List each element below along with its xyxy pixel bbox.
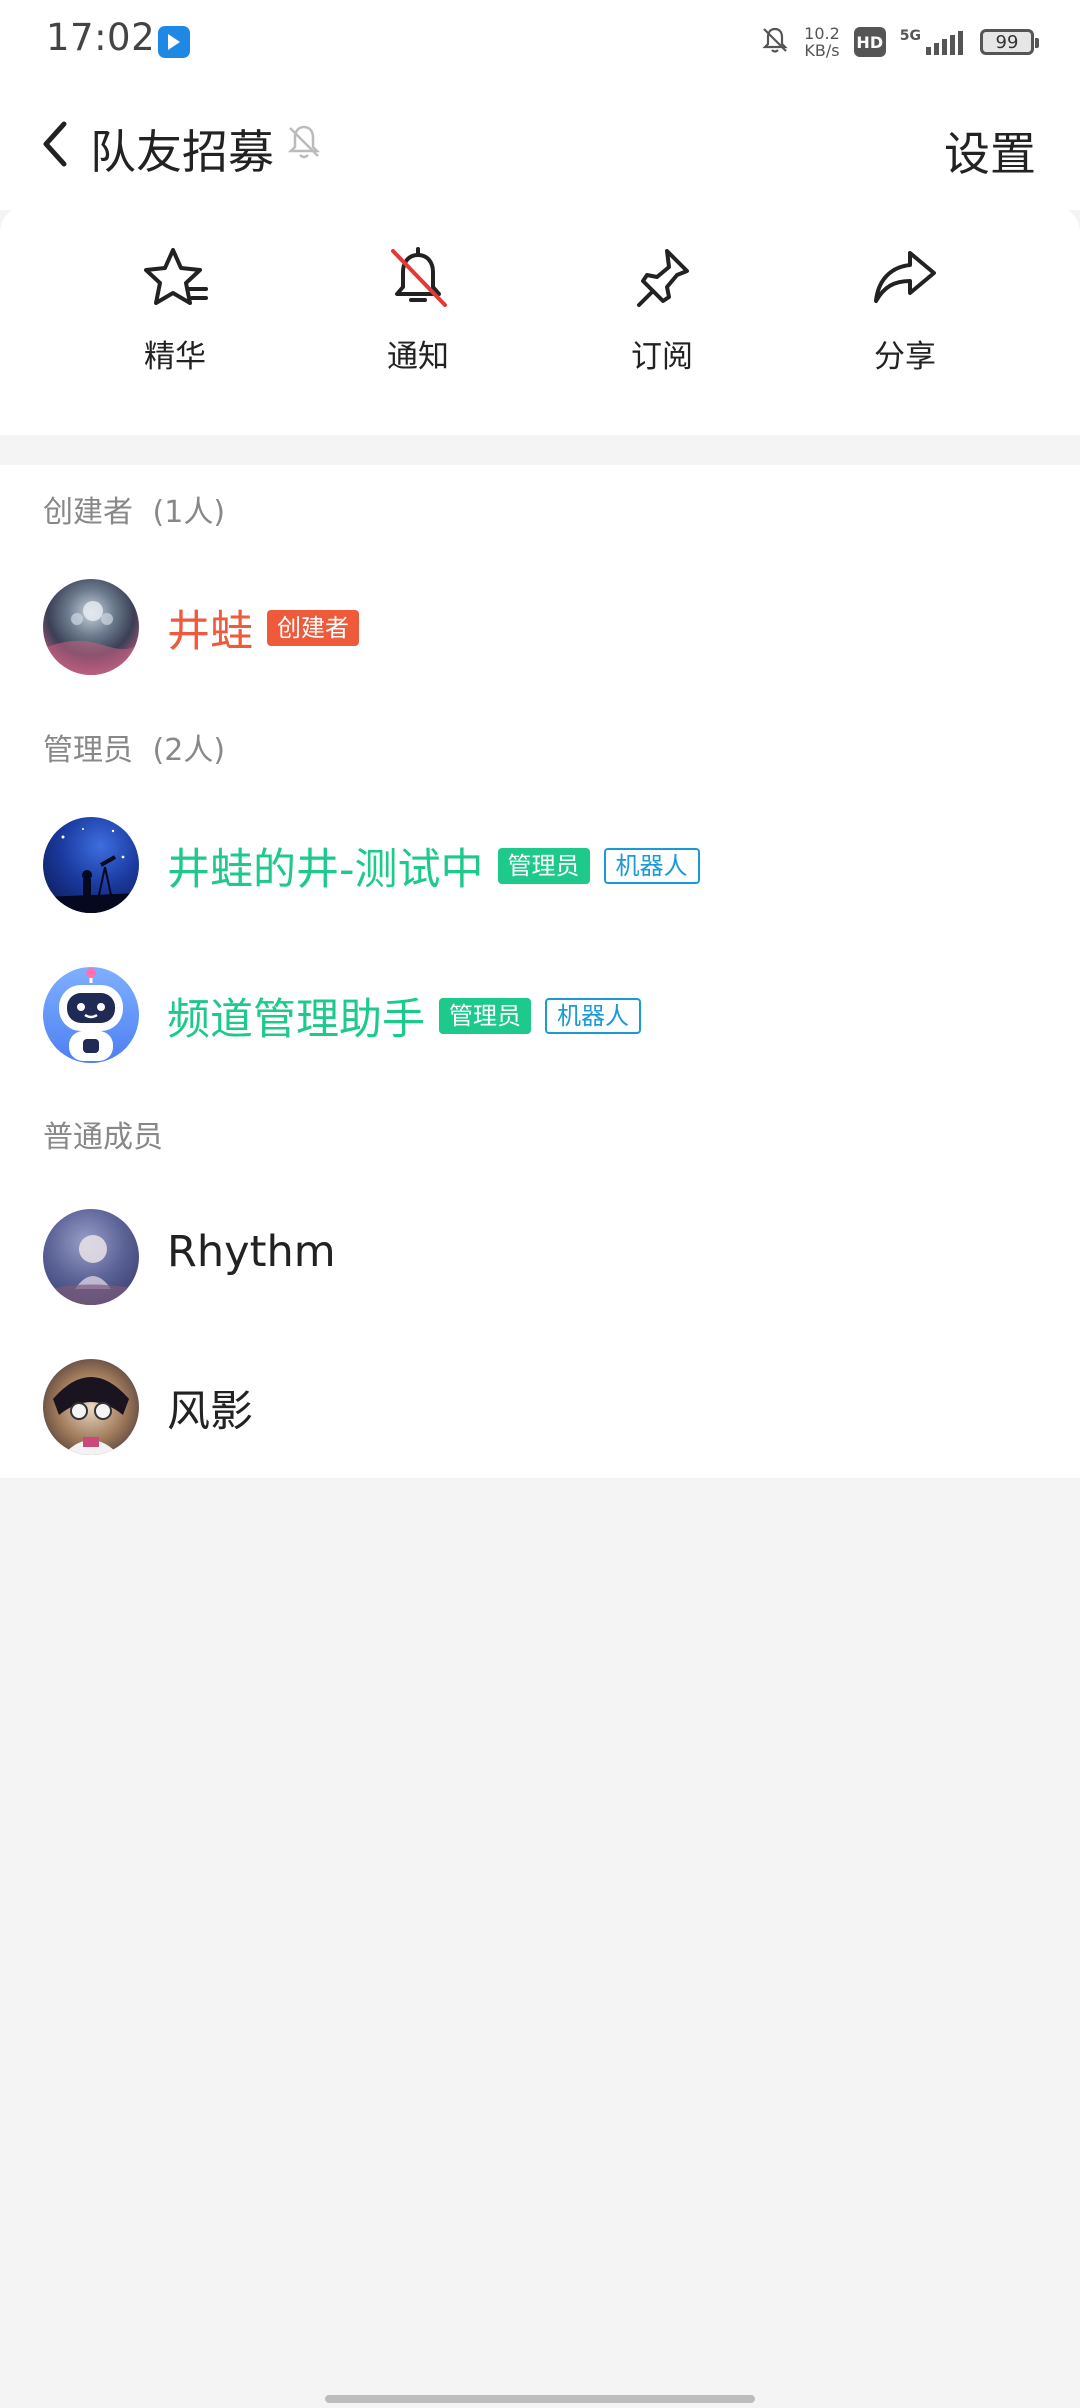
subscribe-label: 订阅 [631,339,693,375]
creators-section-title: 创建者 (1人) [43,487,225,531]
back-icon[interactable] [40,120,70,172]
muted-bell-icon [284,122,324,166]
net-speed-value: 10.2 [804,24,840,43]
app-notification-icon [158,26,190,58]
creator-name: 井蛙 [167,607,253,657]
notification-button[interactable]: 通知 [338,245,498,376]
normal-title: 普通成员 [43,1120,163,1155]
essence-button[interactable]: 精华 [95,245,255,376]
page-title: 队友招募 [90,125,274,179]
avatar [43,817,139,913]
avatar [43,579,139,675]
status-time: 17:02 [46,16,156,59]
battery-level: 99 [995,31,1019,53]
subscribe-button[interactable]: 订阅 [582,245,742,376]
bell-muted-status-icon [760,25,790,59]
normal-section-title: 普通成员 [43,1112,163,1156]
member-row[interactable]: Rhythm [0,1201,1080,1311]
signal-icon: 5G [900,29,966,55]
admin-name: 井蛙的井-测试中 [167,845,484,895]
battery-icon: 99 [980,29,1039,55]
share-button[interactable]: 分享 [825,245,985,376]
member-row[interactable]: 风影 [0,1351,1080,1461]
star-icon [140,245,210,315]
avatar [43,1359,139,1455]
avatar [43,967,139,1063]
member-name: 频道管理助手 管理员 机器人 [167,985,641,1047]
creator-badge: 创建者 [267,610,359,646]
net-speed-unit: KB/s [804,41,840,60]
bot-badge: 机器人 [603,848,700,884]
status-indicators: 10.2 KB/s HD 5G 99 [760,20,1039,64]
bell-off-icon [383,245,453,315]
normal-member-name: Rhythm [167,1227,336,1277]
member-row[interactable]: 井蛙的井-测试中 管理员 机器人 [0,809,1080,919]
net-speed: 10.2 KB/s [804,25,840,59]
admin-badge: 管理员 [439,998,531,1034]
hd-badge: HD [853,27,886,57]
member-name: 风影 [167,1377,253,1439]
member-name: 井蛙 创建者 [167,597,359,659]
status-bar: 17:02 10.2 KB/s HD 5G 99 [0,0,1080,80]
share-icon [870,245,940,315]
admins-title: 管理员 [43,733,133,768]
normal-member-name: 风影 [167,1387,253,1437]
notification-label: 通知 [387,339,449,375]
creators-count: (1人) [152,495,226,530]
gesture-bar[interactable] [325,2395,755,2403]
admin-badge: 管理员 [497,848,590,884]
admins-section-title: 管理员 (2人) [43,725,225,769]
admin-name: 频道管理助手 [167,995,425,1045]
network-type: 5G [899,28,921,44]
share-label: 分享 [874,339,936,375]
avatar [43,1209,139,1305]
member-list: 创建者 (1人) 井蛙 创建者 管理员 (2人) 井蛙的井-测试中 管理员 机器… [0,465,1080,1478]
admins-count: (2人) [152,733,226,768]
creators-title: 创建者 [43,495,133,530]
pin-icon [627,245,697,315]
member-row[interactable]: 频道管理助手 管理员 机器人 [0,959,1080,1069]
header: 队友招募 设置 [0,80,1080,210]
settings-button[interactable]: 设置 [944,118,1036,184]
member-name: 井蛙的井-测试中 管理员 机器人 [167,835,700,897]
member-name: Rhythm [167,1227,336,1277]
actions-bar: 精华 通知 订阅 分享 [0,205,1080,435]
bot-badge: 机器人 [545,998,641,1034]
essence-label: 精华 [144,339,206,375]
member-row[interactable]: 井蛙 创建者 [0,571,1080,681]
